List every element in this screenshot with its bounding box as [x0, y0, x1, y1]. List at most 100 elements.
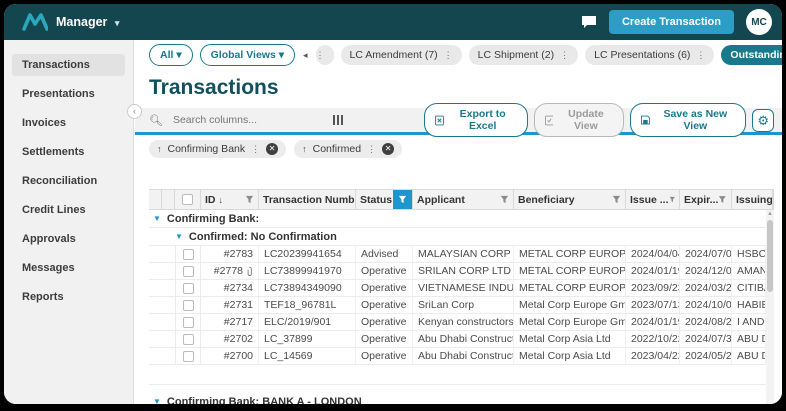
collapse-subgroup-icon[interactable]: ▼: [175, 232, 183, 241]
app-logo-icon: [22, 12, 48, 32]
table-row[interactable]: #2778 LC73899941970 Operative SRILAN COR…: [149, 263, 766, 280]
column-header-expiry-date[interactable]: Expir...: [680, 190, 732, 209]
tab-outstanding-lcs[interactable]: Outstanding LCs (34)⋮: [721, 45, 782, 65]
cell-issuing-bank: ABU DH: [732, 331, 766, 347]
select-all-checkbox[interactable]: [182, 194, 193, 205]
cell-id: #2717: [224, 316, 253, 328]
row-checkbox[interactable]: [183, 351, 194, 362]
kebab-icon[interactable]: ⋮: [367, 144, 376, 155]
sidebar-item-settlements[interactable]: Settlements: [12, 141, 125, 163]
row-checkbox[interactable]: [183, 317, 194, 328]
remove-chip-icon[interactable]: ✕: [266, 143, 278, 155]
cell-expiry-date: 2024/07/30: [680, 331, 732, 347]
update-view-button[interactable]: Update View: [534, 103, 625, 137]
cell-applicant: VIETNAMESE INDUSTRIES LTD: [413, 280, 514, 296]
column-chooser-icon[interactable]: [333, 115, 344, 125]
app-window: Manager ▾ Create Transaction MC Transact…: [4, 4, 782, 404]
filter-icon[interactable]: [245, 195, 254, 204]
table-row[interactable]: #2700 LC_14569 Operative Abu Dhabi Const…: [149, 348, 766, 365]
filter-icon[interactable]: [718, 195, 727, 204]
table-row[interactable]: #2702 LC_37899 Operative Abu Dhabi Const…: [149, 331, 766, 348]
row-checkbox[interactable]: [183, 334, 194, 345]
group-label: Confirming Bank: BANK A - LONDON: [167, 396, 362, 405]
cell-issue-date: 2023/09/23: [626, 280, 680, 296]
kebab-icon[interactable]: ⋮: [316, 50, 325, 61]
subgroup-row-confirmed[interactable]: ▼ Confirmed: No Confirmation: [149, 228, 766, 246]
column-label: Issue ...: [630, 194, 669, 206]
tabs-scroll-left-icon[interactable]: ◂: [302, 50, 309, 61]
active-filter-icon[interactable]: [393, 190, 412, 209]
all-filter-dropdown[interactable]: All ▾: [149, 44, 193, 66]
row-checkbox[interactable]: [183, 249, 194, 260]
tab-lc-issuance[interactable]: 8)⋮: [316, 45, 334, 65]
chip-confirmed[interactable]: ↑ Confirmed ⋮ ✕: [294, 140, 402, 158]
cell-transaction-number: ELC/2019/901: [259, 314, 356, 330]
column-header-id[interactable]: ID ↓: [201, 190, 259, 209]
sidebar-collapse-button[interactable]: ‹: [127, 104, 142, 119]
table-scrollbar[interactable]: ▲: [766, 210, 774, 404]
kebab-icon[interactable]: ⋮: [251, 144, 260, 155]
sort-desc-icon: ↓: [219, 195, 224, 205]
sidebar-item-reconciliation[interactable]: Reconciliation: [12, 170, 125, 192]
sidebar-item-presentations[interactable]: Presentations: [12, 83, 125, 105]
cell-transaction-number: LC20239941654: [259, 246, 356, 262]
create-transaction-button[interactable]: Create Transaction: [609, 10, 734, 34]
scroll-up-icon[interactable]: ▲: [766, 210, 774, 218]
messages-icon[interactable]: [581, 15, 597, 29]
cell-issue-date: 2024/01/19: [626, 314, 680, 330]
column-header-beneficiary[interactable]: Beneficiary: [514, 190, 626, 209]
table-row[interactable]: #2783 LC20239941654 Advised MALAYSIAN CO…: [149, 246, 766, 263]
sidebar-item-transactions[interactable]: Transactions: [12, 54, 125, 76]
group-row-confirming-bank[interactable]: ▼ Confirming Bank:: [149, 210, 766, 228]
remove-chip-icon[interactable]: ✕: [382, 143, 394, 155]
save-as-new-view-button[interactable]: Save as New View: [630, 103, 746, 137]
column-label: Issuing: [736, 194, 773, 206]
user-avatar[interactable]: MC: [746, 9, 772, 35]
tab-lc-amendment[interactable]: LC Amendment (7)⋮: [341, 45, 462, 65]
column-header-issue-date[interactable]: Issue ...: [626, 190, 680, 209]
column-header-applicant[interactable]: Applicant: [413, 190, 514, 209]
workspace-menu[interactable]: Manager ▾: [56, 15, 119, 29]
transactions-table: ID ↓ Transaction Number Status Applicant: [149, 189, 774, 404]
column-header-status[interactable]: Status: [356, 190, 413, 209]
cell-beneficiary: Metal Corp Europe GmbH: [514, 314, 626, 330]
row-checkbox[interactable]: [183, 300, 194, 311]
sidebar-item-messages[interactable]: Messages: [12, 257, 125, 279]
table-row[interactable]: #2731 TEF18_96781L Operative SriLan Corp…: [149, 297, 766, 314]
export-to-excel-button[interactable]: Export to Excel: [424, 103, 528, 137]
export-label: Export to Excel: [449, 108, 517, 132]
group-row-confirming-bank[interactable]: ▼ Confirming Bank: BANK A - LONDON: [149, 393, 766, 404]
sidebar-item-credit-lines[interactable]: Credit Lines: [12, 199, 125, 221]
column-header-issuing-bank[interactable]: Issuing: [732, 190, 773, 209]
row-checkbox[interactable]: [183, 283, 194, 294]
sidebar-item-approvals[interactable]: Approvals: [12, 228, 125, 250]
cell-applicant: Abu Dhabi Construct ltd: [413, 348, 514, 364]
chip-label: Confirming Bank: [168, 143, 246, 155]
tab-lc-presentations[interactable]: LC Presentations (6)⋮: [585, 45, 714, 65]
sidebar-item-invoices[interactable]: Invoices: [12, 112, 125, 134]
scrollbar-thumb[interactable]: [767, 220, 773, 292]
kebab-icon[interactable]: ⋮: [696, 50, 705, 61]
table-row[interactable]: #2734 LC73894349090 Operative VIETNAMESE…: [149, 280, 766, 297]
global-views-dropdown[interactable]: Global Views ▾: [200, 44, 295, 66]
tab-lc-shipment[interactable]: LC Shipment (2)⋮: [469, 45, 578, 65]
search-columns-input[interactable]: [173, 114, 323, 126]
kebab-icon[interactable]: ⋮: [444, 50, 453, 61]
group-label: Confirming Bank:: [167, 213, 259, 225]
filter-icon[interactable]: [612, 195, 621, 204]
column-header-transaction-number[interactable]: Transaction Number: [259, 190, 356, 209]
cell-beneficiary: Metal Corp Asia Ltd: [514, 348, 626, 364]
filter-icon[interactable]: [500, 195, 509, 204]
filter-icon[interactable]: [669, 195, 675, 204]
collapse-group-icon[interactable]: ▼: [153, 214, 161, 223]
table-header: ID ↓ Transaction Number Status Applicant: [149, 189, 774, 210]
table-row[interactable]: #2717 ELC/2019/901 Operative Kenyan cons…: [149, 314, 766, 331]
chip-confirming-bank[interactable]: ↑ Confirming Bank ⋮ ✕: [149, 140, 286, 158]
row-checkbox[interactable]: [183, 266, 194, 277]
sidebar-item-reports[interactable]: Reports: [12, 286, 125, 308]
table-settings-button[interactable]: ⚙︎: [752, 109, 774, 132]
kebab-icon[interactable]: ⋮: [560, 50, 569, 61]
collapse-group-icon[interactable]: ▼: [153, 397, 161, 404]
column-label: Applicant: [417, 194, 465, 206]
cell-applicant: MALAYSIAN CORP LTD: [413, 246, 514, 262]
